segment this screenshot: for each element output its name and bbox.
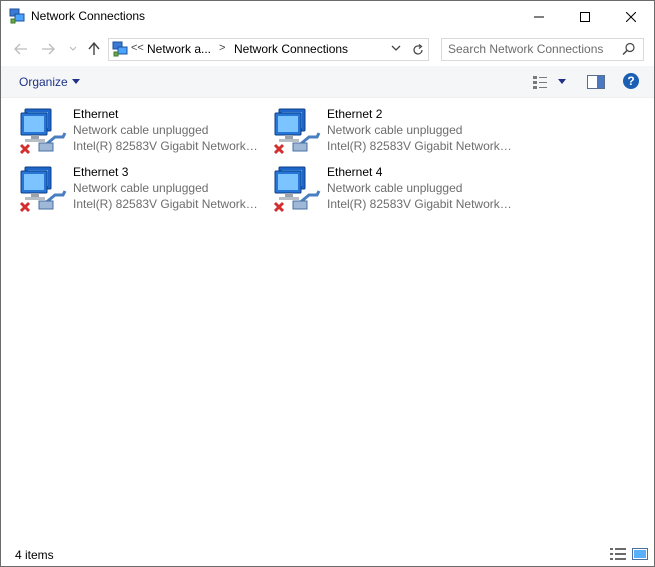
connection-name: Ethernet 4 — [327, 165, 383, 179]
chevron-down-icon[interactable] — [391, 44, 401, 52]
connection-name: Ethernet 2 — [327, 107, 383, 121]
breadcrumb-network-connections[interactable]: Network Connections — [234, 42, 348, 56]
breadcrumb-separator[interactable]: > — [219, 42, 225, 54]
connection-status: Network cable unplugged — [73, 123, 209, 137]
status-bar: 4 items — [1, 542, 654, 566]
network-adapter-disconnected-icon — [273, 166, 321, 213]
large-icons-view-icon[interactable] — [632, 548, 648, 560]
network-adapter-disconnected-icon — [19, 166, 67, 213]
organize-button[interactable]: Organize — [19, 75, 68, 89]
network-connections-window: Network Connections << Network a... > Ne… — [0, 0, 655, 567]
search-box[interactable] — [441, 38, 644, 61]
minimize-icon — [534, 16, 544, 17]
network-connections-icon — [9, 8, 25, 24]
connection-device: Intel(R) 82583V Gigabit Network C... — [73, 197, 261, 211]
connection-name: Ethernet 3 — [73, 165, 129, 179]
connection-item-ethernet-3[interactable]: Ethernet 3 Network cable unplugged Intel… — [19, 165, 269, 217]
address-overflow[interactable]: << — [131, 42, 144, 54]
back-arrow-icon — [14, 43, 27, 55]
connection-device: Intel(R) 82583V Gigabit Network C... — [73, 139, 261, 153]
forward-button[interactable] — [40, 41, 56, 57]
up-arrow-icon — [88, 42, 100, 55]
window-title: Network Connections — [31, 9, 146, 23]
search-input[interactable] — [448, 41, 618, 57]
address-bar[interactable]: << Network a... > Network Connections — [108, 38, 409, 61]
connection-device: Intel(R) 82583V Gigabit Network C... — [327, 139, 515, 153]
chevron-down-icon — [69, 46, 77, 51]
caret-down-icon[interactable] — [558, 79, 566, 84]
connection-item-ethernet[interactable]: Ethernet Network cable unplugged Intel(R… — [19, 107, 269, 159]
connection-item-ethernet-2[interactable]: Ethernet 2 Network cable unplugged Intel… — [273, 107, 523, 159]
change-view-icon[interactable] — [532, 75, 548, 89]
details-view-icon[interactable] — [610, 548, 626, 560]
up-button[interactable] — [86, 41, 102, 57]
minimize-button[interactable] — [516, 1, 562, 32]
maximize-button[interactable] — [562, 1, 608, 32]
recent-locations-button[interactable] — [65, 41, 81, 57]
caret-down-icon[interactable] — [72, 79, 80, 84]
network-adapter-disconnected-icon — [19, 108, 67, 155]
title-bar[interactable]: Network Connections — [1, 1, 654, 32]
maximize-icon — [580, 11, 590, 22]
refresh-icon — [412, 43, 423, 55]
close-icon — [626, 11, 636, 22]
command-bar: Organize ? — [1, 66, 654, 98]
refresh-button[interactable] — [407, 38, 429, 61]
connection-device: Intel(R) 82583V Gigabit Network C... — [327, 197, 515, 211]
search-icon[interactable] — [622, 42, 636, 56]
connection-status: Network cable unplugged — [73, 181, 209, 195]
network-adapter-disconnected-icon — [273, 108, 321, 155]
help-button[interactable]: ? — [623, 73, 639, 89]
connections-list: Ethernet Network cable unplugged Intel(R… — [1, 98, 654, 538]
back-button[interactable] — [13, 41, 29, 57]
network-connections-icon — [112, 41, 128, 57]
connection-status: Network cable unplugged — [327, 123, 463, 137]
address-row: << Network a... > Network Connections — [1, 32, 654, 66]
forward-arrow-icon — [42, 43, 55, 55]
breadcrumb-network[interactable]: Network a... — [147, 42, 211, 56]
connection-status: Network cable unplugged — [327, 181, 463, 195]
item-count: 4 items — [15, 548, 54, 562]
preview-pane-icon[interactable] — [587, 75, 605, 89]
connection-name: Ethernet — [73, 107, 119, 121]
close-button[interactable] — [608, 1, 654, 32]
connection-item-ethernet-4[interactable]: Ethernet 4 Network cable unplugged Intel… — [273, 165, 523, 217]
